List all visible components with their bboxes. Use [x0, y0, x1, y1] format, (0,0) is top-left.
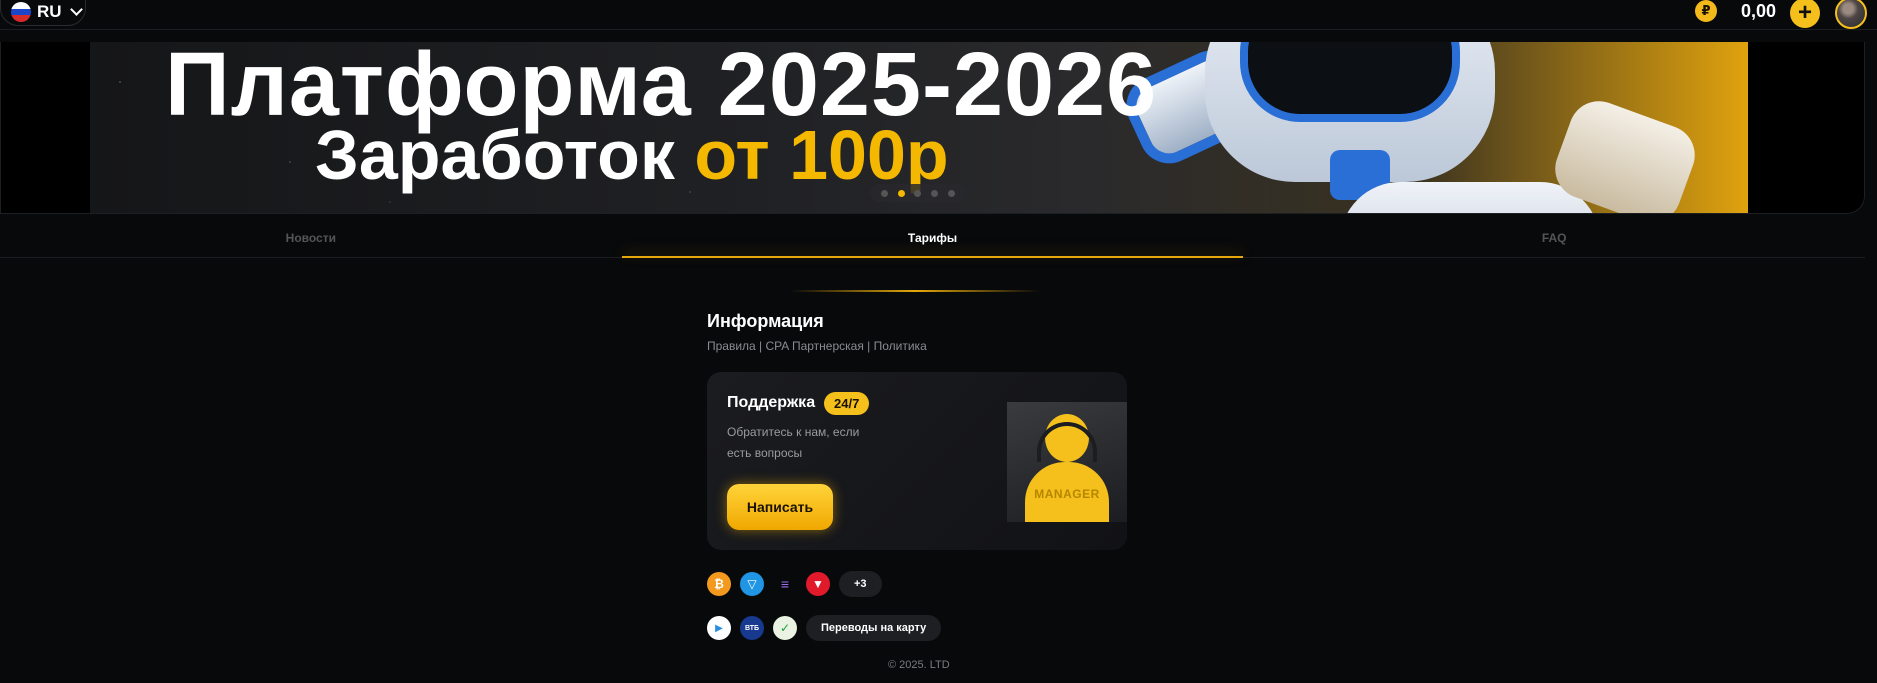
russia-flag-icon: [11, 2, 31, 22]
divider: [790, 290, 1040, 292]
carousel-dot[interactable]: [931, 189, 939, 197]
banner-highlight: от 100р: [694, 116, 949, 194]
write-button[interactable]: Написать: [727, 484, 833, 530]
support-title: Поддержка: [727, 394, 816, 411]
info-title: Информация: [707, 311, 824, 331]
bitcoin-icon: ₿: [707, 572, 731, 596]
carousel-dot[interactable]: [914, 189, 922, 197]
robot-visor-image: [1240, 42, 1460, 122]
carousel-dot[interactable]: [948, 189, 956, 197]
sber-icon: ✓: [773, 616, 797, 640]
tron-icon: ▼: [806, 572, 830, 596]
tab-news[interactable]: Новости: [0, 226, 622, 257]
google-pay-icon: ▶: [707, 616, 731, 640]
ton-icon: ▽: [740, 572, 764, 596]
more-crypto-button[interactable]: +3: [839, 571, 882, 597]
crypto-payments: ₿ ▽ ≡ ▼ +3: [707, 571, 882, 597]
support-card: Поддержка 24/7 Обратитесь к нам, если ес…: [707, 372, 1127, 550]
balance-amount: 0,00: [1740, 1, 1776, 21]
section-tabs: Новости Тарифы FAQ: [0, 226, 1865, 258]
bank-payments: ▶ ВТБ ✓ Переводы на карту: [707, 615, 942, 641]
user-avatar[interactable]: [1835, 0, 1867, 29]
banner-subheadline: Заработок от 100р: [315, 120, 949, 190]
support-description: Обратитесь к нам, если есть вопросы: [727, 425, 860, 460]
tab-tariffs[interactable]: Тарифы: [621, 226, 1244, 258]
solana-icon: ≡: [780, 576, 790, 592]
banner-subheadline-text: Заработок: [315, 116, 675, 194]
top-bar: RU ₽ 0,00 +: [0, 0, 1877, 30]
promo-carousel[interactable]: Платформа 2025-2026 Заработок от 100р: [0, 42, 1865, 214]
carousel-dots: [870, 184, 966, 202]
carousel-dot[interactable]: [880, 189, 888, 197]
carousel-dot-active[interactable]: [897, 189, 905, 197]
manager-image: MANAGER: [1007, 402, 1127, 522]
footer-copyright: © 2025. LTD: [888, 659, 950, 671]
info-links[interactable]: Правила | CPA Партнерская | Политика: [707, 339, 927, 353]
language-code: RU: [37, 2, 62, 21]
vtb-icon: ВТБ: [740, 616, 764, 640]
chevron-down-icon: [69, 2, 83, 16]
card-transfer-button[interactable]: Переводы на карту: [806, 615, 942, 641]
ruble-coin-icon: ₽: [1695, 0, 1717, 22]
language-selector[interactable]: RU: [0, 0, 86, 26]
add-funds-button[interactable]: +: [1790, 0, 1820, 28]
tab-faq[interactable]: FAQ: [1243, 226, 1865, 257]
manager-label: MANAGER: [1034, 487, 1100, 501]
support-hours-badge: 24/7: [824, 392, 870, 415]
